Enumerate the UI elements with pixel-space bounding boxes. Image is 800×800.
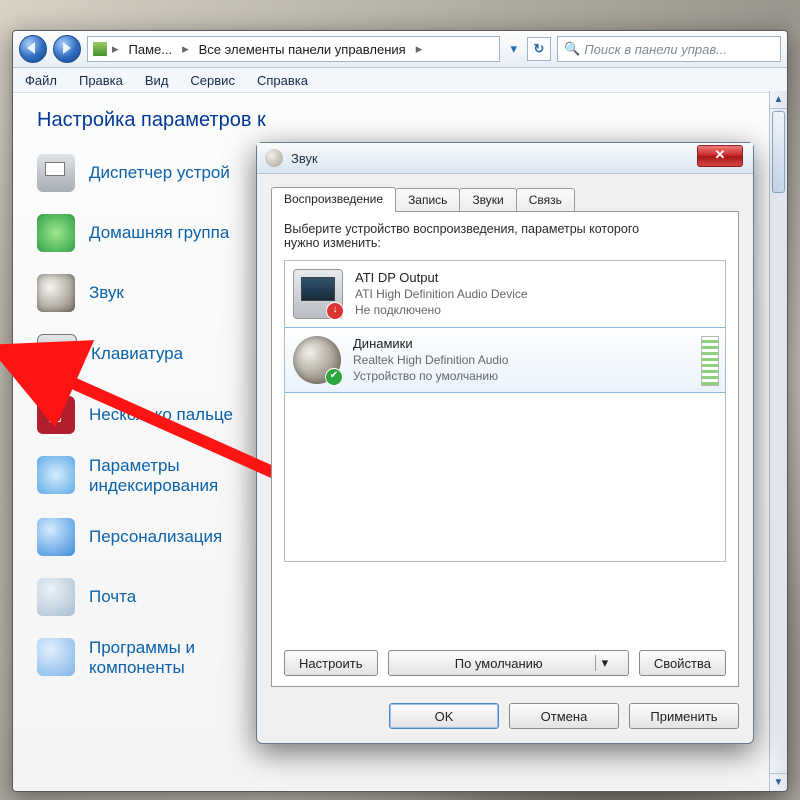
default-badge-icon: ✔ <box>325 368 343 386</box>
search-placeholder: Поиск в панели управ... <box>584 42 727 57</box>
cp-item-label: Несколько пальце <box>89 405 233 425</box>
menubar: Файл Правка Вид Сервис Справка <box>13 68 787 93</box>
menu-view[interactable]: Вид <box>141 71 173 90</box>
chevron-down-icon[interactable]: ▾ <box>595 655 614 671</box>
properties-button[interactable]: Свойства <box>639 650 726 676</box>
device-info: ATI DP Output ATI High Definition Audio … <box>355 270 528 318</box>
device-speakers[interactable]: ✔ Динамики Realtek High Definition Audio… <box>284 327 726 393</box>
refresh-button[interactable]: ↻ <box>527 37 551 61</box>
cp-item-label: Звук <box>89 283 124 303</box>
tab-page-playback: Выберите устройство воспроизведения, пар… <box>271 211 739 687</box>
device-name: Динамики <box>353 336 508 352</box>
cp-item-label: Персонализация <box>89 527 222 547</box>
tab-description: Выберите устройство воспроизведения, пар… <box>284 222 726 250</box>
cp-item-label: Диспетчер устрой <box>89 163 230 183</box>
dialog-title: Звук <box>291 151 318 166</box>
set-default-label: По умолчанию <box>403 656 595 671</box>
tab-recording[interactable]: Запись <box>395 188 460 212</box>
ok-button[interactable]: OK <box>389 703 499 729</box>
cp-item-label: Домашняя группа <box>89 223 229 243</box>
cp-item-label: Почта <box>89 587 136 607</box>
cp-item-label: Клавиатура <box>91 344 183 364</box>
set-default-button[interactable]: По умолчанию ▾ <box>388 650 629 676</box>
cp-item-label: Параметрыиндексирования <box>89 456 218 496</box>
device-driver: ATI High Definition Audio Device <box>355 286 528 302</box>
apply-button[interactable]: Применить <box>629 703 739 729</box>
sound-icon <box>265 149 283 167</box>
breadcrumb-item[interactable]: Все элементы панели управления <box>193 38 412 60</box>
close-button[interactable]: ✕ <box>697 145 743 167</box>
configure-button[interactable]: Настроить <box>284 650 378 676</box>
forward-button[interactable] <box>53 35 81 63</box>
back-button[interactable] <box>19 35 47 63</box>
menu-tools[interactable]: Сервис <box>186 71 239 90</box>
sound-dialog: Звук ✕ Воспроизведение Запись Звуки Связ… <box>256 142 754 744</box>
device-status: Не подключено <box>355 302 528 318</box>
scroll-down-icon[interactable]: ▼ <box>770 773 787 791</box>
sound-icon <box>37 274 75 312</box>
device-driver: Realtek High Definition Audio <box>353 352 508 368</box>
chevron-right-icon: ▸ <box>180 41 191 57</box>
address-bar: ▸ Паме... ▸ Все элементы панели управлен… <box>13 31 787 68</box>
menu-help[interactable]: Справка <box>253 71 312 90</box>
mail-icon <box>37 578 75 616</box>
dropdown-arrow-icon[interactable]: ▾ <box>506 41 521 57</box>
breadcrumb-item[interactable]: Паме... <box>123 38 179 60</box>
personalization-icon <box>37 518 75 556</box>
chevron-right-icon: ▸ <box>110 41 121 57</box>
level-meter <box>701 336 719 386</box>
scrollbar[interactable]: ▲ ▼ <box>769 91 787 791</box>
homegroup-icon <box>37 214 75 252</box>
tab-sounds[interactable]: Звуки <box>459 188 516 212</box>
chevron-right-icon: ▸ <box>414 41 425 57</box>
breadcrumb[interactable]: ▸ Паме... ▸ Все элементы панели управлен… <box>87 36 500 62</box>
dialog-titlebar[interactable]: Звук ✕ <box>257 143 753 174</box>
monitor-icon: ↓ <box>293 269 343 319</box>
keyboard-icon <box>37 334 77 374</box>
tab-communications[interactable]: Связь <box>516 188 575 212</box>
tabpage-buttons: Настроить По умолчанию ▾ Свойства <box>284 650 726 676</box>
touch-icon: E <box>37 396 75 434</box>
search-input[interactable]: 🔍 Поиск в панели управ... <box>557 36 781 62</box>
dialog-buttons: OK Отмена Применить <box>389 703 739 729</box>
cp-item-label: Программы икомпоненты <box>89 638 195 678</box>
programs-icon <box>37 638 75 676</box>
device-list[interactable]: ↓ ATI DP Output ATI High Definition Audi… <box>284 260 726 562</box>
scroll-up-icon[interactable]: ▲ <box>770 91 787 109</box>
indexing-icon <box>37 456 75 494</box>
disconnected-badge-icon: ↓ <box>326 302 344 320</box>
speaker-icon: ✔ <box>293 336 341 384</box>
control-panel-icon <box>92 41 108 57</box>
menu-file[interactable]: Файл <box>21 71 61 90</box>
tab-playback[interactable]: Воспроизведение <box>271 187 396 212</box>
tabstrip: Воспроизведение Запись Звуки Связь <box>271 187 574 212</box>
search-icon: 🔍 <box>564 41 580 57</box>
menu-edit[interactable]: Правка <box>75 71 127 90</box>
device-ati-dp-output[interactable]: ↓ ATI DP Output ATI High Definition Audi… <box>285 261 725 328</box>
devices-icon <box>37 154 75 192</box>
device-status: Устройство по умолчанию <box>353 368 508 384</box>
device-name: ATI DP Output <box>355 270 528 286</box>
scrollbar-thumb[interactable] <box>772 111 785 193</box>
device-info: Динамики Realtek High Definition Audio У… <box>353 336 508 384</box>
page-title: Настройка параметров к <box>37 109 763 132</box>
cancel-button[interactable]: Отмена <box>509 703 619 729</box>
